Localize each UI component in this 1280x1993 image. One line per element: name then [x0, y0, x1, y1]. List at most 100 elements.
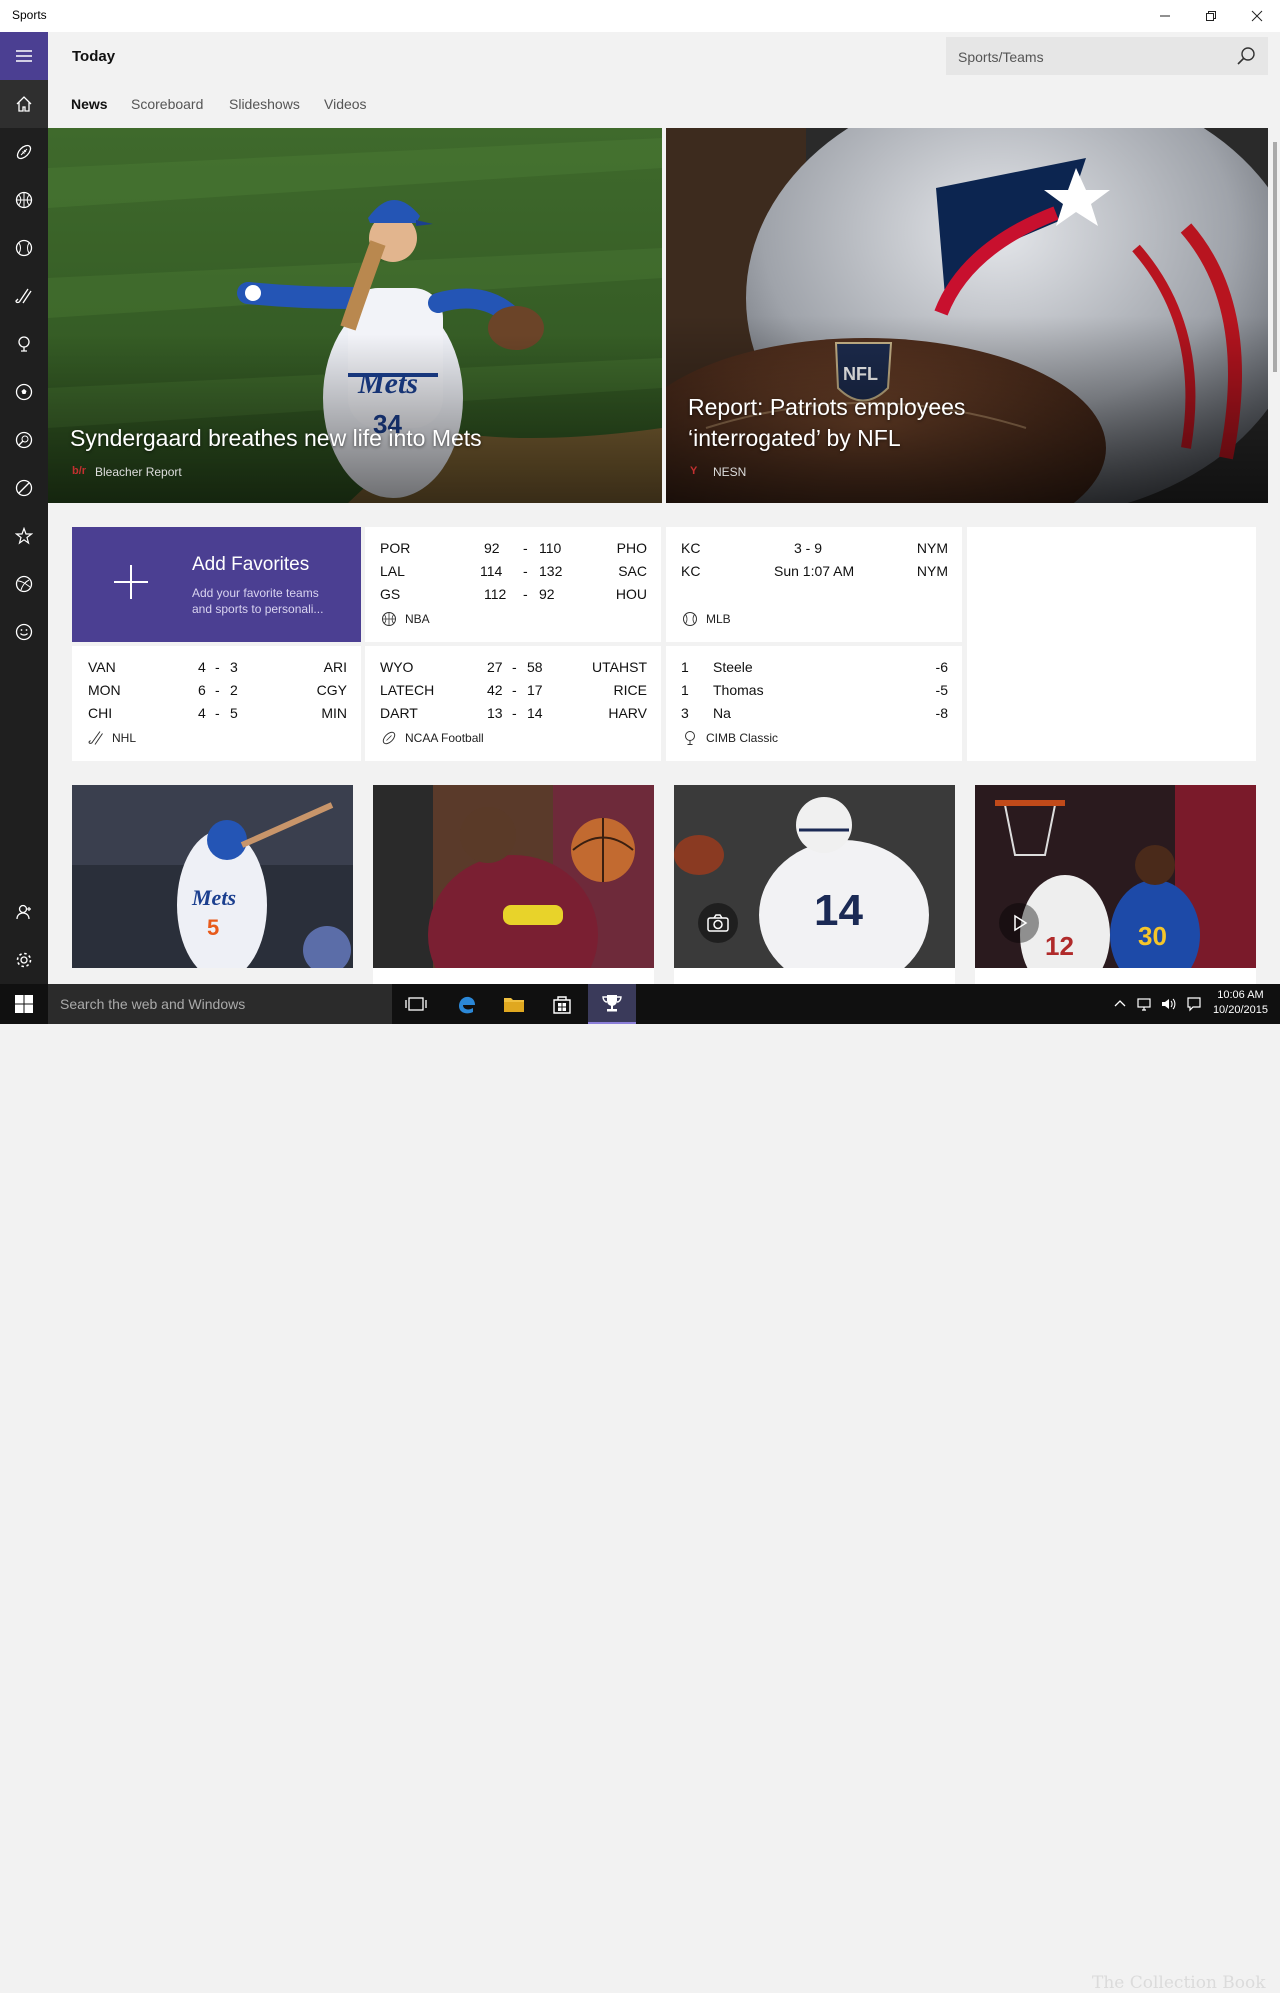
league-label: NHL [88, 730, 136, 746]
camera-icon [707, 914, 729, 932]
hero-story-syndergaard[interactable]: Mets 34 Syndergaard breathes new life in… [48, 128, 662, 503]
score-row: POR 92-110 PHO [380, 540, 647, 556]
add-favorites-tile[interactable]: Add Favorites Add your favorite teams an… [72, 527, 361, 642]
nav-rail [0, 32, 48, 984]
restore-button[interactable] [1188, 0, 1234, 32]
football-icon [382, 731, 396, 745]
video-badge [999, 903, 1039, 943]
start-button[interactable] [0, 984, 48, 1024]
leaderboard-row: 3 Na -8 [681, 705, 948, 721]
soccer-icon [15, 383, 33, 401]
folder-icon [504, 998, 524, 1012]
nav-nhl[interactable] [0, 272, 48, 320]
taskbar-search-input[interactable]: Search the web and Windows [60, 996, 245, 1012]
score-row: LAL 114-132 SAC [380, 563, 647, 579]
page-title: Today [72, 48, 116, 65]
search-input[interactable]: Sports/Teams [958, 49, 1044, 65]
nav-home[interactable] [0, 80, 48, 128]
story-thumbnail-lebron[interactable] [373, 785, 654, 984]
scrollbar-thumb[interactable] [1273, 142, 1277, 372]
volume-icon[interactable] [1160, 996, 1176, 1012]
svg-text:12: 12 [1045, 931, 1074, 961]
thumbnail-image [373, 785, 654, 968]
trophy-icon [602, 995, 622, 1012]
action-center-icon[interactable] [1186, 996, 1202, 1012]
taskbar-store[interactable] [538, 984, 586, 1024]
score-tile-mlb[interactable]: KC 3 - 9 NYM KC Sun 1:07 AM NYM MLB [666, 527, 962, 642]
thumbnail-caption-strip [373, 968, 654, 984]
nav-settings[interactable] [0, 936, 48, 984]
network-icon[interactable] [1136, 996, 1152, 1012]
basketball-icon [15, 191, 33, 209]
store-bag-icon [553, 996, 571, 1014]
taskbar-file-explorer[interactable] [490, 984, 538, 1024]
search-icon[interactable] [1236, 46, 1256, 66]
hamburger-menu-button[interactable] [0, 32, 48, 80]
nav-golf[interactable] [0, 320, 48, 368]
nav-favorites[interactable] [0, 512, 48, 560]
score-tile-ncaa-football[interactable]: WYO 27-58 UTAHST LATECH 42-17 RICE DART 13-14… [365, 646, 661, 761]
tab-news[interactable]: News [71, 96, 108, 112]
slideshow-badge [698, 903, 738, 943]
basketball-icon [382, 612, 396, 626]
story-thumbnail-mets-batter[interactable]: Mets 5 [72, 785, 353, 984]
taskbar-search-box[interactable]: Search the web and Windows [48, 984, 392, 1024]
nav-nfl[interactable] [0, 128, 48, 176]
league-label: CIMB Classic [682, 730, 778, 746]
nav-soccer[interactable] [0, 368, 48, 416]
golf-icon [685, 731, 695, 745]
cricket-icon [15, 479, 33, 497]
title-bar: Sports [0, 0, 1280, 32]
smiley-icon [15, 623, 33, 641]
nav-mlb[interactable] [0, 224, 48, 272]
svg-text:30: 30 [1138, 921, 1167, 951]
hero-headline[interactable]: Report: Patriots employees ‘interrogated… [688, 392, 1068, 454]
nav-tennis[interactable] [0, 416, 48, 464]
score-tile-nhl[interactable]: VAN 4-3 ARI MON 6-2 CGY CHI 4-5 MIN NHL [72, 646, 361, 761]
score-row: KC 3 - 9 NYM [681, 540, 948, 556]
taskbar-sports-app[interactable] [588, 984, 636, 1024]
score-tile-nba[interactable]: POR 92-110 PHO LAL 114-132 SAC GS 112-92 HOU N… [365, 527, 661, 642]
chevron-up-icon[interactable] [1112, 996, 1128, 1012]
bleacher-report-logo: b/r [72, 465, 87, 477]
hero-story-patriots[interactable]: NFL Report: Patriots employees ‘interrog… [666, 128, 1268, 503]
windows-logo-icon [15, 995, 33, 1013]
task-view-button[interactable] [392, 984, 440, 1024]
nav-nba[interactable] [0, 176, 48, 224]
window-title: Sports [12, 8, 47, 22]
nav-rugby[interactable] [0, 560, 48, 608]
restore-icon [1206, 11, 1216, 21]
league-label: NBA [381, 611, 430, 627]
score-row: VAN 4-3 ARI [88, 659, 347, 675]
close-button[interactable] [1234, 0, 1280, 32]
edge-browser-icon [459, 996, 475, 1014]
baseball-icon [15, 239, 33, 257]
taskbar-edge[interactable] [442, 984, 490, 1024]
story-thumbnail-penn-state[interactable]: 14 [674, 785, 955, 984]
nav-account[interactable] [0, 888, 48, 936]
nav-cricket[interactable] [0, 464, 48, 512]
minimize-icon [1160, 15, 1170, 17]
search-box[interactable]: Sports/Teams [946, 37, 1268, 75]
leaderboard-row: 1 Thomas -5 [681, 682, 948, 698]
main-content: Today Sports/Teams News Scoreboard Slide… [48, 32, 1280, 984]
score-row: DART 13-14 HARV [380, 705, 647, 721]
tab-videos[interactable]: Videos [324, 96, 367, 112]
leaderboard-tile-golf[interactable]: 1 Steele -6 1 Thomas -5 3 Na -8 CIMB Classic [666, 646, 962, 761]
league-label: NCAA Football [381, 730, 484, 746]
league-label: MLB [682, 611, 731, 627]
system-clock[interactable]: 10:06 AM 10/20/2015 [1213, 988, 1268, 1018]
leaderboard-row: 1 Steele -6 [681, 659, 948, 675]
score-row: WYO 27-58 UTAHST [380, 659, 647, 675]
play-icon [1014, 914, 1028, 932]
tab-slideshows[interactable]: Slideshows [229, 96, 300, 112]
vertical-scrollbar[interactable] [1270, 128, 1280, 984]
tab-scoreboard[interactable]: Scoreboard [131, 96, 203, 112]
hero-headline[interactable]: Syndergaard breathes new life into Mets [70, 423, 630, 454]
story-thumbnail-warriors[interactable]: 30 12 [975, 785, 1256, 984]
nav-fun[interactable] [0, 608, 48, 656]
task-view-icon [405, 997, 427, 1011]
baseball-icon [683, 612, 697, 626]
minimize-button[interactable] [1142, 0, 1188, 32]
score-row: MON 6-2 CGY [88, 682, 347, 698]
